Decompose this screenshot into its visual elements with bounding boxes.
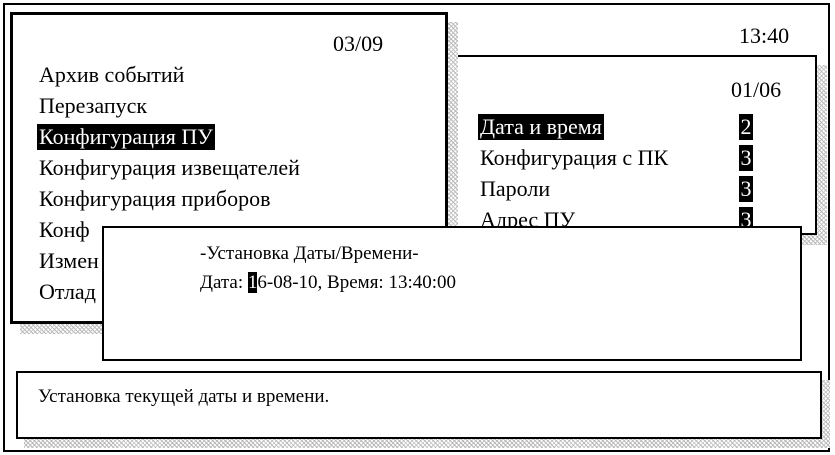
datetime-value: 6-08-10, Время: 13:40:00: [257, 272, 457, 293]
submenu-item-passwords[interactable]: Пароли: [478, 176, 552, 202]
submenu-page-number: 01/06: [731, 77, 782, 102]
submenu-item-date-time[interactable]: Дата и время: [478, 114, 604, 140]
clock: 13:40: [739, 23, 790, 48]
submenu-item-pc-config[interactable]: Конфигурация с ПК: [478, 145, 670, 171]
submenu-level-badge: 3: [739, 176, 753, 202]
menu-item-event-archive[interactable]: Архив событий: [37, 62, 186, 88]
dialog-title: -Установка Даты/Времени-: [200, 243, 419, 264]
datetime-input-line[interactable]: Дата: 16-08-10, Время: 13:40:00: [200, 271, 456, 295]
submenu-level-badge: 3: [739, 145, 753, 171]
main-menu-page-number: 03/09: [333, 31, 384, 56]
edit-cursor[interactable]: 1: [247, 272, 258, 293]
menu-item-device-config[interactable]: Конфигурация приборов: [37, 186, 272, 212]
date-label: Дата:: [200, 272, 248, 293]
menu-item-restart[interactable]: Перезапуск: [37, 93, 149, 119]
status-bar: Установка текущей даты и времени.: [16, 371, 822, 439]
menu-item-pu-config[interactable]: Конфигурация ПУ: [37, 124, 215, 150]
datetime-dialog: -Установка Даты/Времени- Дата: 16-08-10,…: [102, 226, 802, 361]
status-hint-text: Установка текущей даты и времени.: [38, 386, 330, 407]
menu-item-change-truncated[interactable]: Измен: [37, 248, 101, 274]
menu-item-detector-config[interactable]: Конфигурация извещателей: [37, 155, 302, 181]
menu-item-conf-truncated[interactable]: Конф: [37, 217, 92, 243]
submenu-panel: 01/06 Дата и время 2 Конфигурация с ПК 3…: [437, 55, 817, 235]
submenu-level-badge: 2: [739, 114, 753, 140]
menu-item-debug-truncated[interactable]: Отлад: [37, 279, 98, 305]
